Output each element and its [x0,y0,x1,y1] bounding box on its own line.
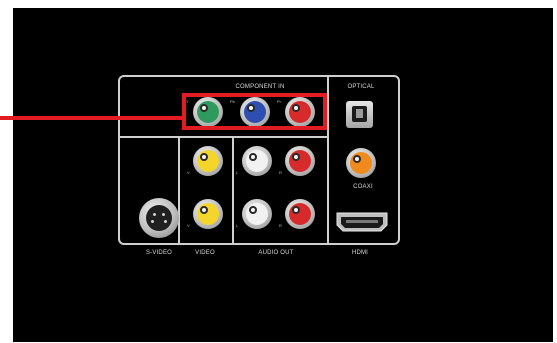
s-video-port[interactable] [139,198,179,238]
s-video-pin [153,213,156,216]
s-video-pin [164,220,167,223]
optical-label: OPTICAL [347,84,375,90]
panel-divider-horizontal [118,136,328,138]
audio-out-right-hole-1 [292,153,300,161]
s-video-divider [178,137,180,245]
video-jack-2[interactable] [193,199,223,229]
video-jack-2-hole [200,206,208,214]
pin-label-v1: V [187,170,190,175]
optical-port-opening [352,106,367,122]
pin-label-l2: L [236,223,239,228]
pin-label-r2: R [279,223,282,228]
coaxial-jack[interactable] [346,148,376,178]
s-video-pin [151,220,154,223]
panel-divider-vertical [327,75,329,245]
optical-port[interactable] [346,101,373,128]
video-jack-1[interactable] [193,146,223,176]
hdmi-label: HDMI [351,250,369,256]
audio-out-left-hole-1 [249,153,257,161]
coaxial-hole [353,155,361,163]
hdmi-port[interactable] [336,212,388,232]
audio-out-right-jack-2[interactable] [285,199,315,229]
video-label: VIDEO [195,250,215,256]
highlight-pointer-line [0,116,184,120]
component-in-label: COMPONENT IN [235,84,285,90]
audio-out-left-hole-2 [249,206,257,214]
component-in-highlight-box [182,93,327,130]
pin-label-l1: L [236,170,239,175]
pin-label-v2: V [187,223,190,228]
s-video-label: S-VIDEO [145,250,173,256]
audio-out-left-jack-2[interactable] [242,199,272,229]
hdmi-port-contacts [346,220,378,223]
optical-port-flap [356,109,363,118]
coaxi-label: COAXI [353,184,373,190]
audio-out-label: AUDIO OUT [258,250,294,256]
s-video-pin [162,213,165,216]
video-divider [232,137,234,245]
audio-out-right-hole-2 [292,206,300,214]
audio-out-right-jack-1[interactable] [285,146,315,176]
video-jack-1-hole [200,153,208,161]
pin-label-r1: R [279,170,282,175]
s-video-port-face [146,205,172,231]
audio-out-left-jack-1[interactable] [242,146,272,176]
